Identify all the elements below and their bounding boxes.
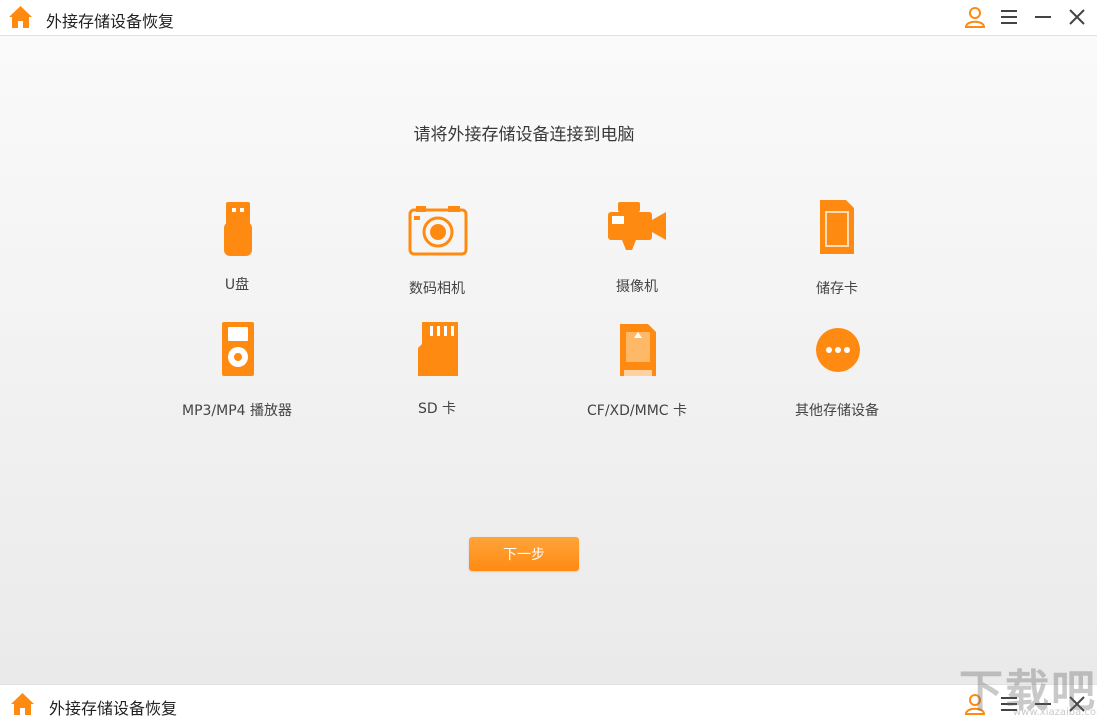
device-label: SD 卡 (417, 401, 457, 417)
minimize-icon[interactable] (1031, 6, 1055, 28)
video-camera-icon (602, 198, 672, 264)
device-usb-drive[interactable]: U盘 (137, 198, 337, 298)
app-title: 外接存储设备恢复 (46, 12, 175, 31)
device-digital-camera[interactable]: 数码相机 (337, 198, 537, 298)
home-icon[interactable] (8, 5, 33, 29)
close-icon[interactable] (1065, 693, 1089, 715)
device-label: CF/XD/MMC 卡 (586, 403, 688, 419)
menu-icon[interactable] (997, 693, 1021, 715)
connect-prompt: 请将外接存储设备连接到电脑 (413, 125, 635, 145)
user-icon[interactable] (963, 6, 987, 28)
device-label: MP3/MP4 播放器 (181, 403, 293, 419)
minimize-icon[interactable] (1031, 693, 1055, 715)
mp3-player-icon (202, 320, 272, 386)
device-cf-card[interactable]: CF/XD/MMC 卡 (537, 320, 737, 420)
device-mp3-player[interactable]: MP3/MP4 播放器 (137, 320, 337, 420)
title-bar: 外接存储设备恢复 (0, 0, 1097, 36)
usb-drive-icon (202, 198, 272, 264)
device-video-camera[interactable]: 摄像机 (537, 198, 737, 298)
sd-card-icon (402, 320, 472, 386)
user-icon[interactable] (963, 693, 987, 715)
device-label: 摄像机 (616, 279, 658, 295)
more-icon (802, 320, 872, 386)
digital-camera-icon (402, 198, 472, 264)
device-other[interactable]: 其他存储设备 (737, 320, 937, 420)
next-button[interactable]: 下一步 (469, 537, 579, 571)
app-title: 外接存储设备恢复 (49, 699, 178, 718)
memory-card-icon (802, 198, 872, 264)
close-icon[interactable] (1065, 6, 1089, 28)
home-icon[interactable] (10, 692, 35, 716)
device-label: 数码相机 (409, 281, 465, 297)
cf-card-icon (602, 320, 672, 386)
device-sd-card[interactable]: SD 卡 (337, 320, 537, 420)
device-memory-card[interactable]: 储存卡 (737, 198, 937, 298)
device-label: 其他存储设备 (795, 403, 879, 419)
device-label: U盘 (224, 277, 250, 293)
device-label: 储存卡 (816, 281, 858, 297)
footer-bar: 外接存储设备恢复 (0, 684, 1097, 721)
menu-icon[interactable] (997, 6, 1021, 28)
